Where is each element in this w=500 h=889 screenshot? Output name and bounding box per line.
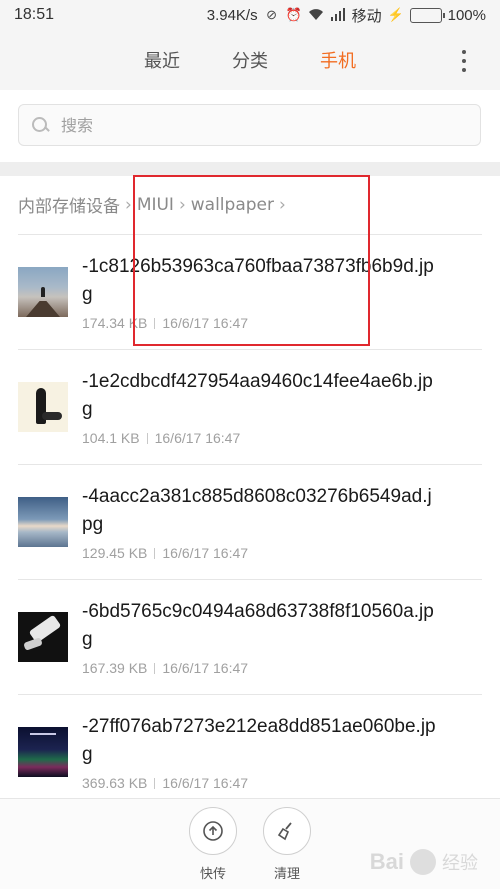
quick-transfer-button[interactable]: 快传 bbox=[183, 807, 243, 882]
broom-icon bbox=[263, 807, 311, 855]
status-time: 18:51 bbox=[14, 6, 55, 23]
thumbnail-image bbox=[18, 382, 68, 432]
watermark-brand: Bai bbox=[369, 849, 404, 874]
file-name: -27ff076ab7273e212ea8dd851ae060be.jpg bbox=[82, 716, 436, 765]
file-meta: 167.39 KB 16/6/17 16:47 bbox=[82, 660, 248, 676]
search-box[interactable] bbox=[18, 104, 481, 146]
file-date: 16/6/17 16:47 bbox=[162, 660, 249, 676]
battery-icon bbox=[409, 7, 445, 23]
file-date: 16/6/17 16:47 bbox=[162, 315, 249, 331]
bottom-action-bar: 快传 清理 Bai 经验 bbox=[0, 798, 500, 889]
chevron-right-icon: › bbox=[178, 194, 186, 215]
network-speed: 3.94K/s bbox=[206, 6, 258, 24]
file-meta: 104.1 KB 16/6/17 16:47 bbox=[82, 430, 240, 446]
file-date: 16/6/17 16:47 bbox=[162, 775, 249, 791]
breadcrumb: 内部存储设备 › MIUI › wallpaper › bbox=[18, 192, 291, 218]
tab-bar: 最近 分类 手机 bbox=[144, 47, 356, 73]
thumbnail-image bbox=[18, 497, 68, 547]
carrier-name: 移动 bbox=[351, 7, 382, 25]
vibrate-off-icon: ⊘ bbox=[266, 7, 278, 22]
chevron-right-icon: › bbox=[125, 194, 132, 215]
file-list-item[interactable]: -27ff076ab7273e212ea8dd851ae060be.jpg 36… bbox=[0, 695, 500, 810]
section-divider bbox=[0, 162, 500, 176]
file-list-item[interactable]: -6bd5765c9c0494a68d63738f8f10560a.jpg 16… bbox=[0, 580, 500, 695]
baidu-watermark: Bai 经验 bbox=[370, 849, 478, 875]
thumbnail-image bbox=[18, 612, 68, 662]
file-meta: 369.63 KB 16/6/17 16:47 bbox=[82, 775, 248, 791]
battery-percent: 100% bbox=[447, 6, 486, 24]
alarm-icon: ⏰ bbox=[285, 7, 302, 22]
file-name: -1e2cdbcdf427954aa9460c14fee4ae6b.jpg bbox=[82, 371, 433, 420]
watermark-text: 经验 bbox=[442, 853, 478, 874]
file-size: 174.34 KB bbox=[82, 315, 148, 331]
file-list: -1c8126b53963ca760fbaa73873fb6b9d.jpg 17… bbox=[0, 235, 500, 810]
tab-header: 最近 分类 手机 bbox=[0, 30, 500, 90]
clean-button[interactable]: 清理 bbox=[257, 807, 317, 882]
file-size: 104.1 KB bbox=[82, 430, 140, 446]
breadcrumb-wallpaper[interactable]: wallpaper bbox=[191, 195, 274, 215]
thumbnail-image bbox=[18, 267, 68, 317]
file-name: -6bd5765c9c0494a68d63738f8f10560a.jpg bbox=[82, 601, 434, 650]
file-date: 16/6/17 16:47 bbox=[162, 545, 249, 561]
breadcrumb-internal-storage[interactable]: 内部存储设备 bbox=[18, 192, 120, 217]
breadcrumb-miui[interactable]: MIUI bbox=[137, 195, 174, 215]
thumbnail-image bbox=[18, 727, 68, 777]
signal-icon bbox=[330, 7, 346, 23]
quick-transfer-label: 快传 bbox=[199, 867, 226, 882]
clean-label: 清理 bbox=[273, 867, 300, 882]
file-list-item[interactable]: -1e2cdbcdf427954aa9460c14fee4ae6b.jpg 10… bbox=[0, 350, 500, 465]
tab-phone[interactable]: 手机 bbox=[320, 47, 356, 73]
tab-recent[interactable]: 最近 bbox=[144, 47, 180, 73]
file-meta: 129.45 KB 16/6/17 16:47 bbox=[82, 545, 248, 561]
file-name: -1c8126b53963ca760fbaa73873fb6b9d.jpg bbox=[82, 256, 434, 305]
file-size: 129.45 KB bbox=[82, 545, 148, 561]
file-size: 167.39 KB bbox=[82, 660, 148, 676]
paw-icon bbox=[410, 849, 436, 875]
file-name: -4aacc2a381c885d8608c03276b6549ad.jpg bbox=[82, 486, 432, 535]
file-meta: 174.34 KB 16/6/17 16:47 bbox=[82, 315, 248, 331]
charging-icon: ⚡ bbox=[387, 7, 404, 22]
file-date: 16/6/17 16:47 bbox=[154, 430, 241, 446]
chevron-right-icon: › bbox=[278, 194, 286, 215]
file-size: 369.63 KB bbox=[82, 775, 148, 791]
search-area bbox=[0, 90, 500, 162]
file-list-item[interactable]: -4aacc2a381c885d8608c03276b6549ad.jpg 12… bbox=[0, 465, 500, 580]
status-bar: 18:51 3.94K/s ⊘ ⏰ 移动 ⚡ 100% bbox=[0, 0, 500, 30]
wifi-icon bbox=[308, 7, 324, 23]
more-vertical-icon[interactable] bbox=[456, 50, 472, 72]
search-input[interactable] bbox=[61, 115, 441, 135]
file-list-item[interactable]: -1c8126b53963ca760fbaa73873fb6b9d.jpg 17… bbox=[0, 235, 500, 350]
search-icon bbox=[31, 116, 49, 134]
status-indicators: 3.94K/s ⊘ ⏰ 移动 ⚡ 100% bbox=[207, 5, 486, 26]
tab-category[interactable]: 分类 bbox=[232, 47, 268, 73]
upload-circle-icon bbox=[189, 807, 237, 855]
